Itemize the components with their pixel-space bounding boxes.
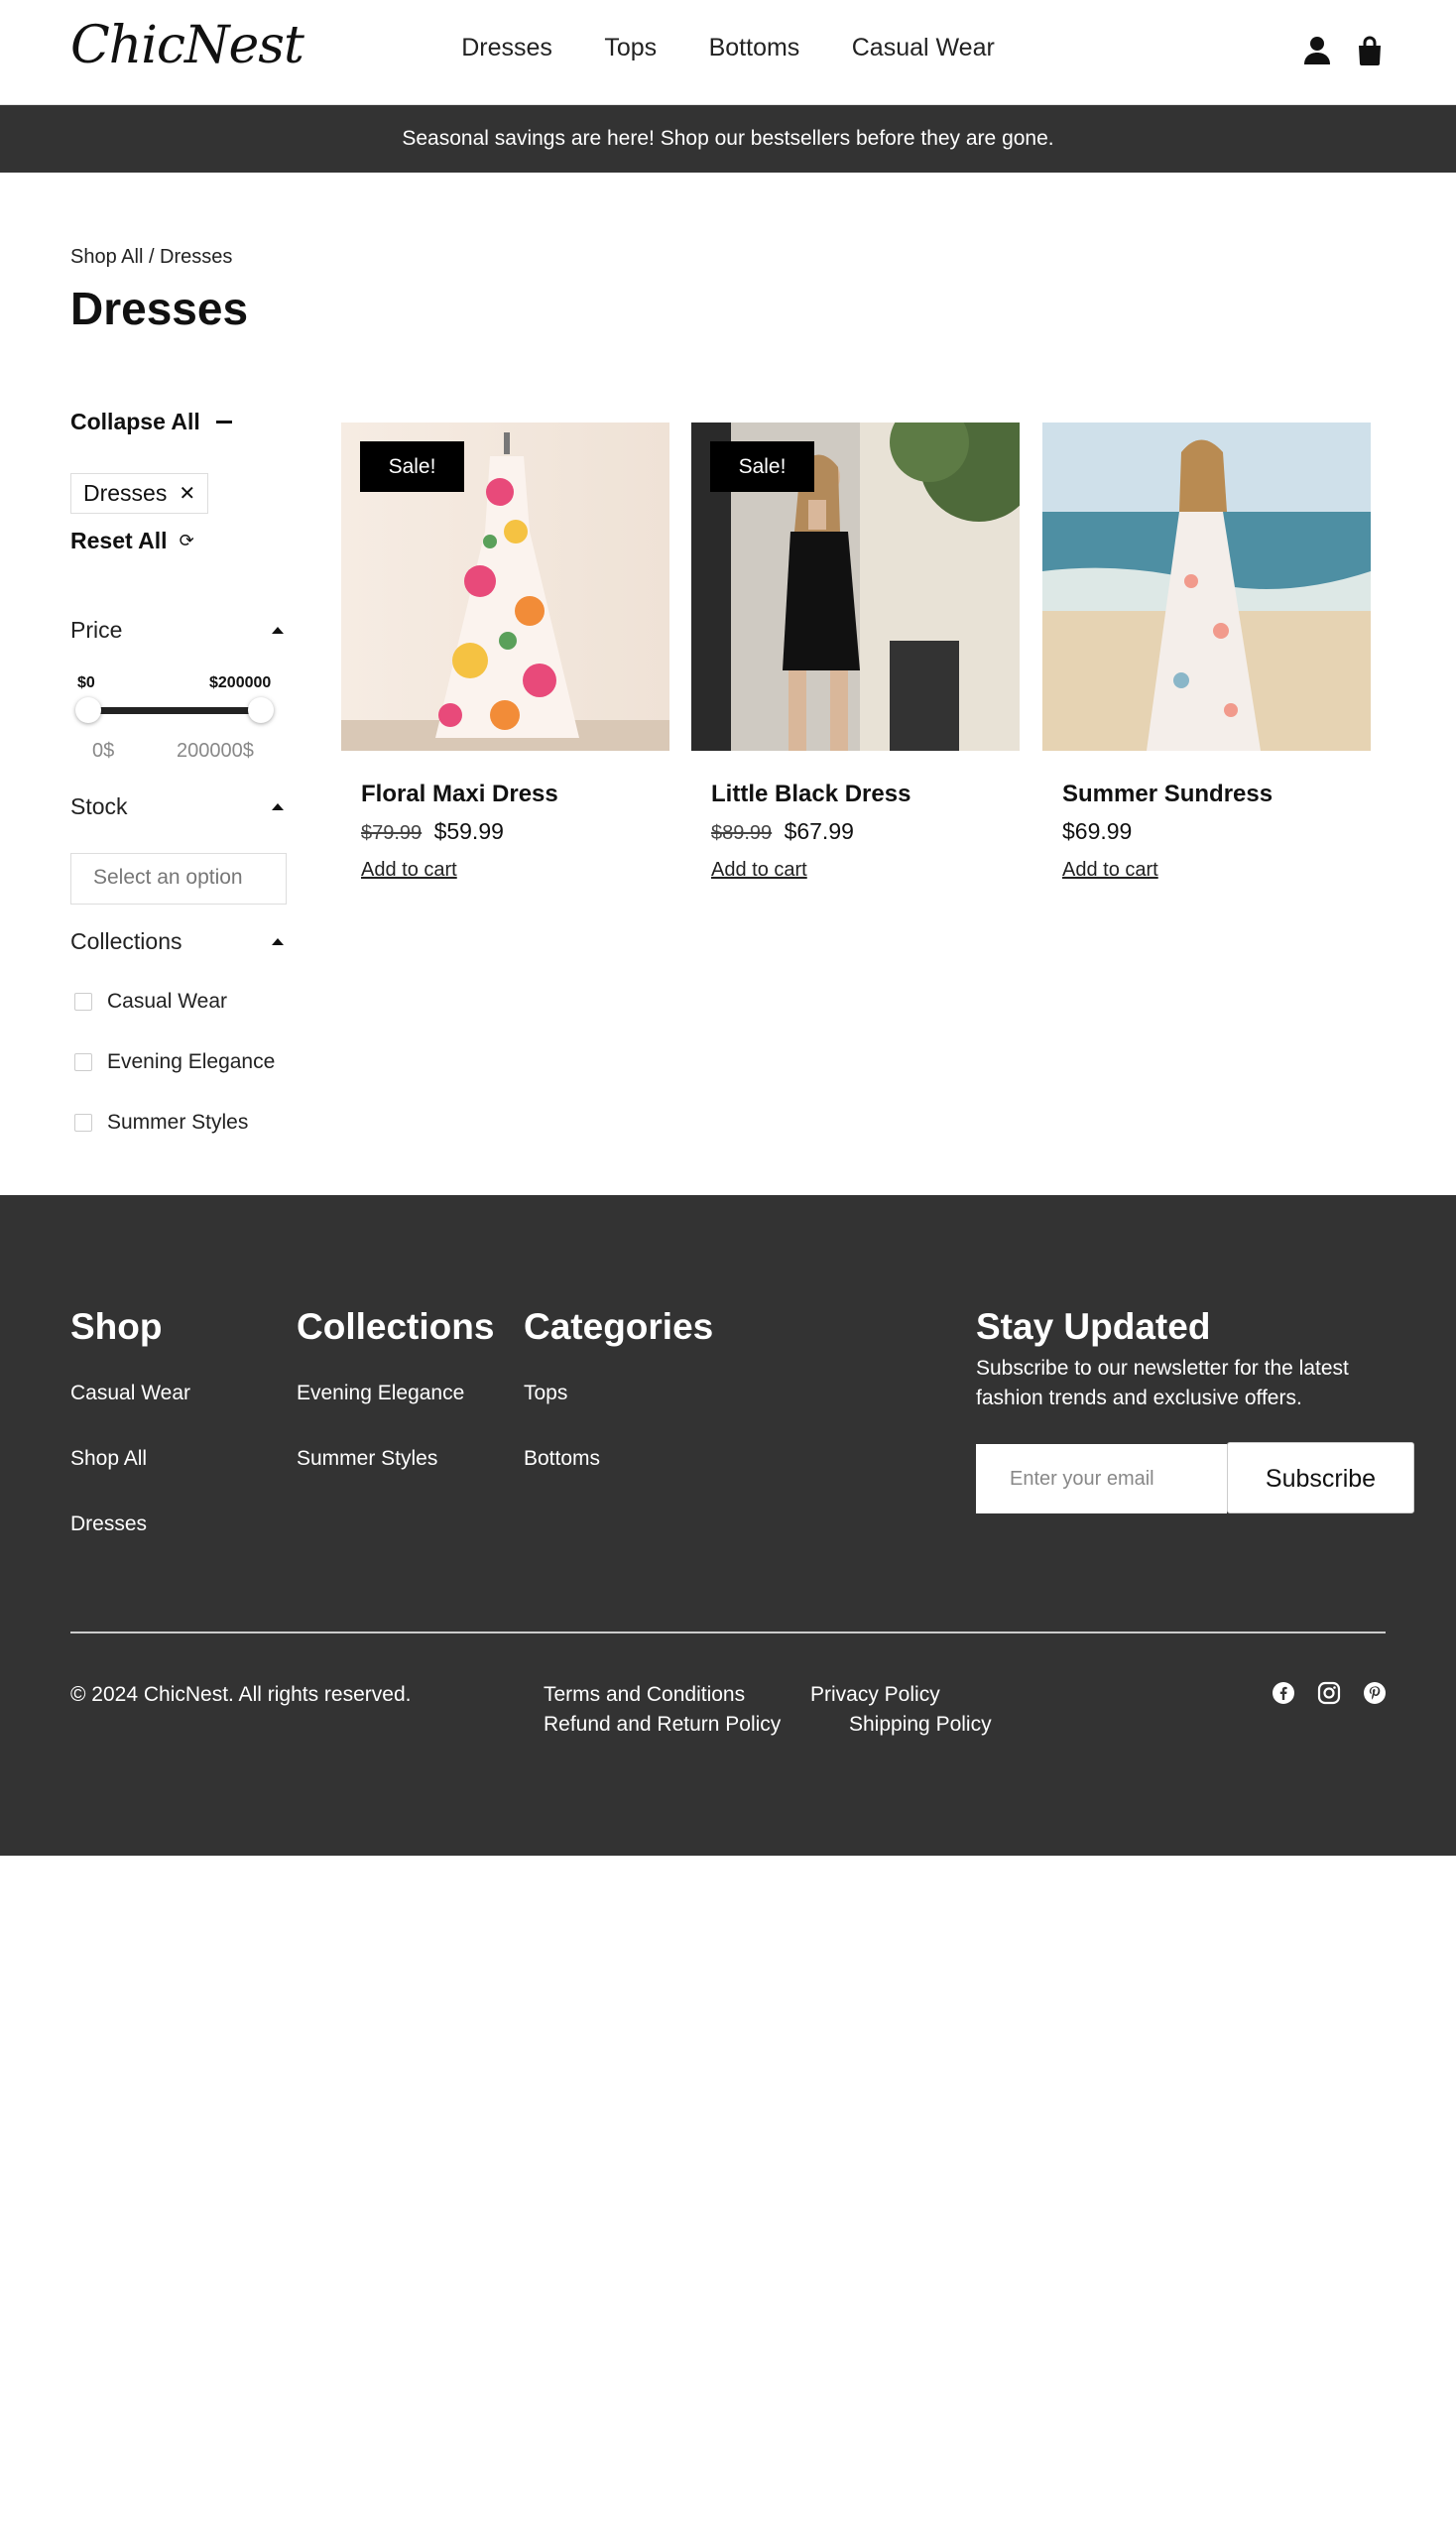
add-to-cart-link[interactable]: Add to cart	[1062, 859, 1158, 882]
footer-divider	[70, 1632, 1386, 1633]
copyright: © 2024 ChicNest. All rights reserved.	[70, 1683, 412, 1706]
user-icon[interactable]	[1303, 36, 1331, 65]
checkbox[interactable]	[74, 1114, 92, 1132]
nav-dresses[interactable]: Dresses	[461, 34, 552, 62]
product-name[interactable]: Little Black Dress	[711, 781, 1020, 808]
chevron-up-icon	[272, 803, 284, 810]
price-filter-toggle[interactable]: Price	[70, 617, 284, 644]
chevron-up-icon	[272, 938, 284, 945]
footer-link[interactable]: Bottoms	[524, 1447, 713, 1471]
checkbox-label: Summer Styles	[107, 1111, 249, 1134]
nav-bottoms[interactable]: Bottoms	[709, 34, 800, 62]
footer-link[interactable]: Evening Elegance	[297, 1382, 494, 1405]
product-card[interactable]: Sale! Floral Maxi Dress $79.99 $59.99 Ad…	[341, 423, 669, 882]
price-min-handle[interactable]	[75, 697, 101, 723]
add-to-cart-link[interactable]: Add to cart	[361, 859, 457, 882]
sale-price: $59.99	[433, 818, 504, 844]
sale-badge: Sale!	[710, 441, 814, 492]
footer-categories-column: Categories Tops Bottoms	[524, 1306, 713, 1512]
site-header: ChicNest Dresses Tops Bottoms Casual Wea…	[0, 0, 1456, 105]
collections-filter-toggle[interactable]: Collections	[70, 928, 284, 955]
checkbox-casual-wear[interactable]: Casual Wear	[74, 990, 227, 1014]
sale-badge: Sale!	[360, 441, 464, 492]
collapse-all-button[interactable]: Collapse All	[70, 409, 232, 435]
price-min-value: 0$	[92, 740, 115, 762]
refresh-icon: ⟳	[179, 531, 194, 550]
sale-price: $69.99	[1062, 818, 1133, 844]
footer-collections-column: Collections Evening Elegance Summer Styl…	[297, 1306, 494, 1512]
footer-link[interactable]: Dresses	[70, 1512, 190, 1536]
pinterest-icon[interactable]	[1363, 1681, 1387, 1705]
checkbox[interactable]	[74, 1053, 92, 1071]
original-price: $79.99	[361, 822, 423, 844]
sale-price: $67.99	[784, 818, 854, 844]
header-icons	[1303, 36, 1385, 65]
price-range-track[interactable]	[82, 707, 261, 714]
reset-all-button[interactable]: Reset All ⟳	[70, 528, 194, 554]
minus-icon	[215, 421, 232, 423]
price-filter-label: Price	[70, 617, 123, 643]
newsletter-text: Subscribe to our newsletter for the late…	[976, 1357, 1349, 1409]
collections-filter-label: Collections	[70, 928, 182, 954]
footer-link[interactable]: Summer Styles	[297, 1447, 494, 1471]
price-min-label: $0	[77, 674, 95, 691]
facebook-icon[interactable]	[1272, 1681, 1295, 1705]
price-max-handle[interactable]	[248, 697, 274, 723]
checkbox[interactable]	[74, 993, 92, 1011]
active-filter-chip[interactable]: Dresses ✕	[70, 473, 209, 514]
footer-link[interactable]: Shop All	[70, 1447, 190, 1471]
stock-select[interactable]: Select an option	[70, 853, 287, 905]
subscribe-button[interactable]: Subscribe	[1227, 1442, 1414, 1513]
stock-filter-label: Stock	[70, 793, 128, 819]
footer-shop-column: Shop Casual Wear Shop All Dresses	[70, 1306, 190, 1578]
checkbox-summer-styles[interactable]: Summer Styles	[74, 1111, 248, 1135]
product-image[interactable]: Sale!	[341, 423, 669, 751]
product-name[interactable]: Summer Sundress	[1062, 781, 1371, 808]
footer-categories-title: Categories	[524, 1306, 714, 1347]
product-image[interactable]	[1042, 423, 1371, 751]
product-price: $69.99	[1062, 818, 1371, 845]
product-image[interactable]: Sale!	[691, 423, 1020, 751]
price-max-value: 200000$	[177, 740, 254, 762]
privacy-link[interactable]: Privacy Policy	[810, 1683, 940, 1707]
footer-shop-title: Shop	[70, 1306, 163, 1347]
stock-filter-toggle[interactable]: Stock	[70, 793, 284, 820]
newsletter-title: Stay Updated	[976, 1306, 1211, 1347]
announcement-bar: Seasonal savings are here! Shop our best…	[0, 105, 1456, 173]
page-title: Dresses	[70, 283, 249, 334]
shopping-bag-icon[interactable]	[1357, 36, 1385, 65]
checkbox-label: Casual Wear	[107, 990, 227, 1013]
terms-link[interactable]: Terms and Conditions	[544, 1683, 745, 1707]
product-card[interactable]: Summer Sundress $69.99 Add to cart	[1042, 423, 1371, 882]
newsletter-section: Stay Updated Subscribe to our newsletter…	[976, 1306, 1393, 1413]
site-footer: Shop Casual Wear Shop All Dresses Collec…	[0, 1195, 1456, 1856]
chip-label: Dresses	[83, 480, 168, 506]
email-input[interactable]: Enter your email	[976, 1444, 1227, 1513]
chevron-up-icon	[272, 627, 284, 634]
product-card[interactable]: Sale! Little Black Dress $89.99 $67.99 A…	[691, 423, 1020, 882]
refund-link[interactable]: Refund and Return Policy	[544, 1713, 781, 1737]
main-nav: Dresses Tops Bottoms Casual Wear	[0, 34, 1456, 62]
checkbox-label: Evening Elegance	[107, 1050, 276, 1073]
nav-casual-wear[interactable]: Casual Wear	[852, 34, 995, 62]
close-icon[interactable]: ✕	[179, 481, 195, 506]
footer-link[interactable]: Tops	[524, 1382, 713, 1405]
original-price: $89.99	[711, 822, 773, 844]
product-price: $89.99 $67.99	[711, 818, 1020, 845]
collapse-all-label: Collapse All	[70, 409, 200, 434]
add-to-cart-link[interactable]: Add to cart	[711, 859, 807, 882]
footer-link[interactable]: Casual Wear	[70, 1382, 190, 1405]
reset-all-label: Reset All	[70, 528, 168, 553]
shipping-link[interactable]: Shipping Policy	[849, 1713, 992, 1737]
checkbox-evening-elegance[interactable]: Evening Elegance	[74, 1050, 275, 1074]
breadcrumb[interactable]: Shop All / Dresses	[70, 246, 232, 269]
product-name[interactable]: Floral Maxi Dress	[361, 781, 669, 808]
footer-collections-title: Collections	[297, 1306, 495, 1347]
nav-tops[interactable]: Tops	[604, 34, 657, 62]
product-price: $79.99 $59.99	[361, 818, 669, 845]
instagram-icon[interactable]	[1317, 1681, 1341, 1705]
price-max-label: $200000	[209, 674, 272, 691]
